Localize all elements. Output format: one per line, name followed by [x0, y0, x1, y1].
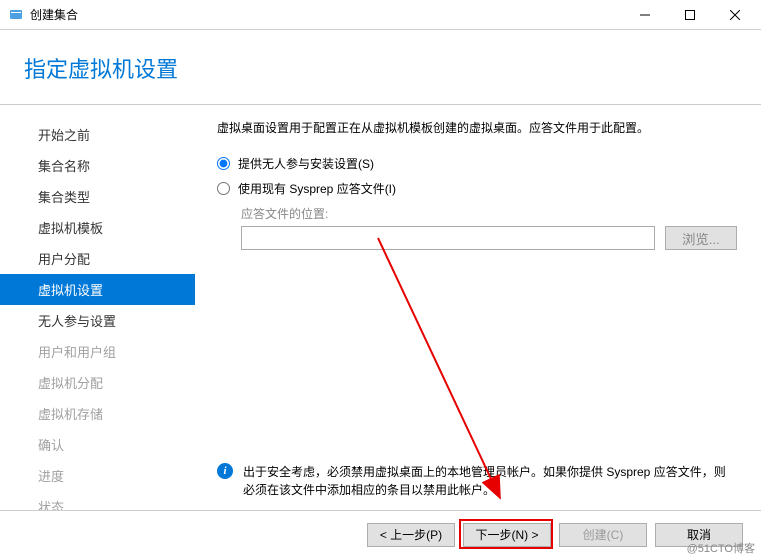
sidebar-item-8: 虚拟机分配: [0, 367, 195, 398]
info-icon: i: [217, 463, 233, 479]
sidebar-item-7: 用户和用户组: [0, 336, 195, 367]
info-strip: i 出于安全考虑，必须禁用虚拟桌面上的本地管理员帐户。如果你提供 Sysprep…: [217, 463, 737, 499]
sidebar-item-3[interactable]: 虚拟机模板: [0, 212, 195, 243]
sidebar-item-11: 进度: [0, 460, 195, 491]
footer: < 上一步(P) 下一步(N) > 创建(C) 取消: [0, 510, 761, 558]
sidebar-item-0[interactable]: 开始之前: [0, 119, 195, 150]
radio-unattended-row[interactable]: 提供无人参与安装设置(S): [217, 155, 737, 172]
header: 指定虚拟机设置: [0, 30, 761, 105]
sidebar-item-10: 确认: [0, 429, 195, 460]
answer-file-row: 浏览...: [241, 226, 737, 250]
minimize-button[interactable]: [622, 0, 667, 29]
prev-button[interactable]: < 上一步(P): [367, 523, 455, 547]
sidebar: 开始之前集合名称集合类型虚拟机模板用户分配虚拟机设置无人参与设置用户和用户组虚拟…: [0, 105, 195, 507]
sidebar-item-4[interactable]: 用户分配: [0, 243, 195, 274]
window-controls: [622, 0, 757, 29]
page-title: 指定虚拟机设置: [24, 52, 761, 84]
watermark: @51CTO博客: [687, 540, 755, 556]
titlebar: 创建集合: [0, 0, 761, 30]
answer-file-label: 应答文件的位置:: [241, 205, 737, 222]
sidebar-item-6[interactable]: 无人参与设置: [0, 305, 195, 336]
radio-sysprep-label: 使用现有 Sysprep 应答文件(I): [238, 180, 396, 197]
radio-unattended-label: 提供无人参与安装设置(S): [238, 155, 374, 172]
sidebar-item-1[interactable]: 集合名称: [0, 150, 195, 181]
close-button[interactable]: [712, 0, 757, 29]
info-text: 出于安全考虑，必须禁用虚拟桌面上的本地管理员帐户。如果你提供 Sysprep 应…: [243, 463, 737, 499]
browse-button: 浏览...: [665, 226, 737, 250]
next-button[interactable]: 下一步(N) >: [463, 523, 551, 547]
description-text: 虚拟桌面设置用于配置正在从虚拟机模板创建的虚拟桌面。应答文件用于此配置。: [217, 119, 737, 137]
window-title: 创建集合: [30, 6, 622, 23]
app-icon: [8, 7, 24, 23]
body: 开始之前集合名称集合类型虚拟机模板用户分配虚拟机设置无人参与设置用户和用户组虚拟…: [0, 105, 761, 507]
create-button: 创建(C): [559, 523, 647, 547]
answer-file-input: [241, 226, 655, 250]
radio-sysprep-row[interactable]: 使用现有 Sysprep 应答文件(I): [217, 180, 737, 197]
radio-unattended[interactable]: [217, 157, 230, 170]
sidebar-item-2[interactable]: 集合类型: [0, 181, 195, 212]
main-panel: 虚拟桌面设置用于配置正在从虚拟机模板创建的虚拟桌面。应答文件用于此配置。 提供无…: [195, 105, 761, 507]
maximize-button[interactable]: [667, 0, 712, 29]
sidebar-item-5[interactable]: 虚拟机设置: [0, 274, 195, 305]
sidebar-item-9: 虚拟机存储: [0, 398, 195, 429]
radio-sysprep[interactable]: [217, 182, 230, 195]
